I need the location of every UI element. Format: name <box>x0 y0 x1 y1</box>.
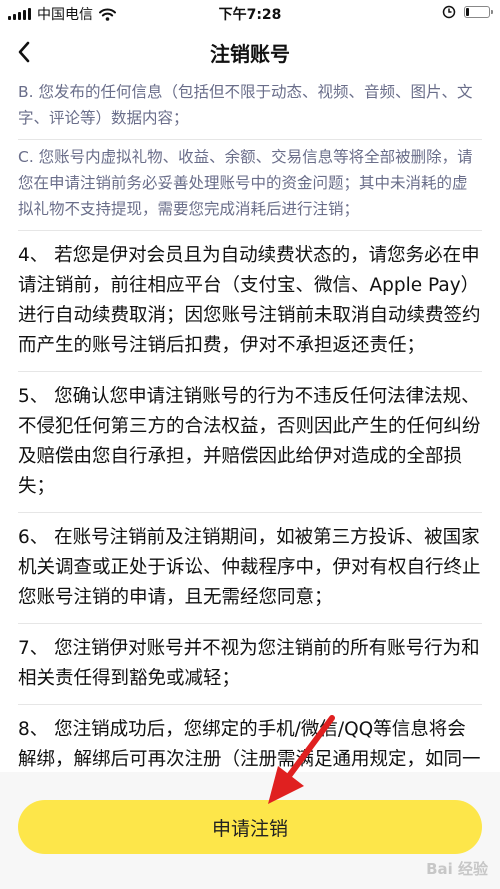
sub-item-c: C. 您账号内虚拟礼物、收益、余额、交易信息等将全部被删除，请您在申请注销前务必… <box>18 140 482 231</box>
term-item-7: 7、 您注销伊对账号并不视为您注销前的所有账号行为和相关责任得到豁免或减轻； <box>18 624 482 705</box>
watermark: Bai 经验 <box>426 860 488 878</box>
alarm-icon <box>442 5 456 19</box>
apply-cancel-account-button[interactable]: 申请注销 <box>18 800 482 854</box>
arrow-annotation <box>268 715 335 804</box>
bottom-bar: 申请注销 Bai 经验 <box>0 772 500 889</box>
term-item-5: 5、 您确认您申请注销账号的行为不违反任何法律法规、不侵犯任何第三方的合法权益，… <box>18 372 482 513</box>
status-time: 下午7:28 <box>218 7 282 23</box>
nav-bar: 注销账号 <box>0 26 500 76</box>
status-bar: 中国电信 下午7:28 <box>0 0 500 26</box>
term-item-4: 4、 若您是伊对会员且为自动续费状态的，请您务必在申请注销前，前往相应平台（支付… <box>18 231 482 372</box>
sub-item-b: B. 您发布的任何信息（包括但不限于动态、视频、音频、图片、文字、评论等）数据内… <box>18 76 482 140</box>
term-item-6: 6、 在账号注销前及注销期间，如被第三方投诉、被国家机关调查或正处于诉讼、仲裁程… <box>18 513 482 624</box>
battery-icon <box>464 6 493 18</box>
page-title: 注销账号 <box>210 42 290 66</box>
battery-level <box>466 8 469 16</box>
status-right <box>442 5 493 19</box>
terms-content: B. 您发布的任何信息（包括但不限于动态、视频、音频、图片、文字、评论等）数据内… <box>18 76 482 815</box>
